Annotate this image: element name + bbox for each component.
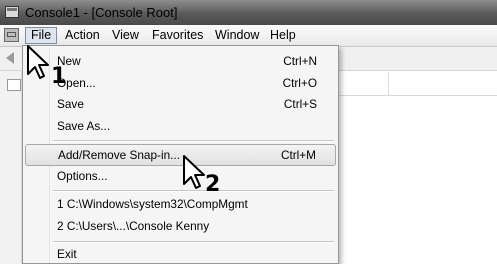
menu-item-label: Save — [57, 97, 84, 111]
menu-item-label: 2 C:\Users\...\Console Kenny — [57, 219, 210, 233]
menu-item-new[interactable]: New Ctrl+N — [25, 50, 336, 72]
menu-window[interactable]: Window — [211, 27, 263, 44]
console-root-node[interactable] — [7, 79, 21, 91]
menu-item-save[interactable]: Save Ctrl+S — [25, 93, 336, 115]
mouse-pointer-icon — [27, 45, 49, 79]
window-title: Console1 - [Console Root] — [25, 5, 178, 20]
menu-file[interactable]: File — [25, 27, 58, 44]
menu-item-open[interactable]: Open... Ctrl+O — [25, 72, 336, 94]
title-bar: Console1 - [Console Root] — [0, 0, 497, 25]
menu-item-label: Save As... — [57, 119, 111, 133]
menu-item-shortcut: Ctrl+S — [283, 97, 317, 111]
mmc-app-icon[interactable] — [5, 6, 19, 18]
menu-view[interactable]: View — [108, 27, 143, 44]
menu-item-options[interactable]: Options... — [25, 165, 336, 187]
console-tree-pane — [0, 71, 22, 264]
details-column-header[interactable] — [336, 72, 497, 96]
step-number-2: 2 — [205, 172, 221, 197]
menu-item-add-remove-snap-in[interactable]: Add/Remove Snap-in... Ctrl+M — [25, 144, 336, 166]
menu-item-recent-1[interactable]: 1 C:\Windows\system32\CompMgmt — [25, 193, 336, 215]
back-arrow-icon[interactable] — [6, 52, 14, 64]
menu-separator — [53, 241, 334, 243]
menu-separator — [53, 140, 334, 142]
menu-item-recent-2[interactable]: 2 C:\Users\...\Console Kenny — [25, 215, 336, 237]
menu-item-label: Exit — [57, 247, 77, 261]
step-number-1: 1 — [51, 64, 67, 89]
file-menu-dropdown: New Ctrl+N Open... Ctrl+O Save Ctrl+S Sa… — [22, 45, 339, 264]
system-menu-icon[interactable] — [4, 28, 19, 42]
menu-help[interactable]: Help — [266, 27, 300, 44]
menu-item-label: Options... — [57, 169, 108, 183]
menu-item-shortcut: Ctrl+N — [283, 54, 317, 68]
menu-item-save-as[interactable]: Save As... — [25, 115, 336, 137]
menu-favorites[interactable]: Favorites — [148, 27, 207, 44]
menu-item-exit[interactable]: Exit — [25, 243, 336, 264]
mouse-pointer-icon — [183, 155, 205, 189]
column-divider[interactable] — [388, 72, 389, 96]
menu-item-label: Add/Remove Snap-in... — [58, 148, 180, 162]
menu-action[interactable]: Action — [61, 27, 104, 44]
menu-item-shortcut: Ctrl+M — [280, 148, 316, 162]
menu-item-shortcut: Ctrl+O — [282, 76, 317, 90]
